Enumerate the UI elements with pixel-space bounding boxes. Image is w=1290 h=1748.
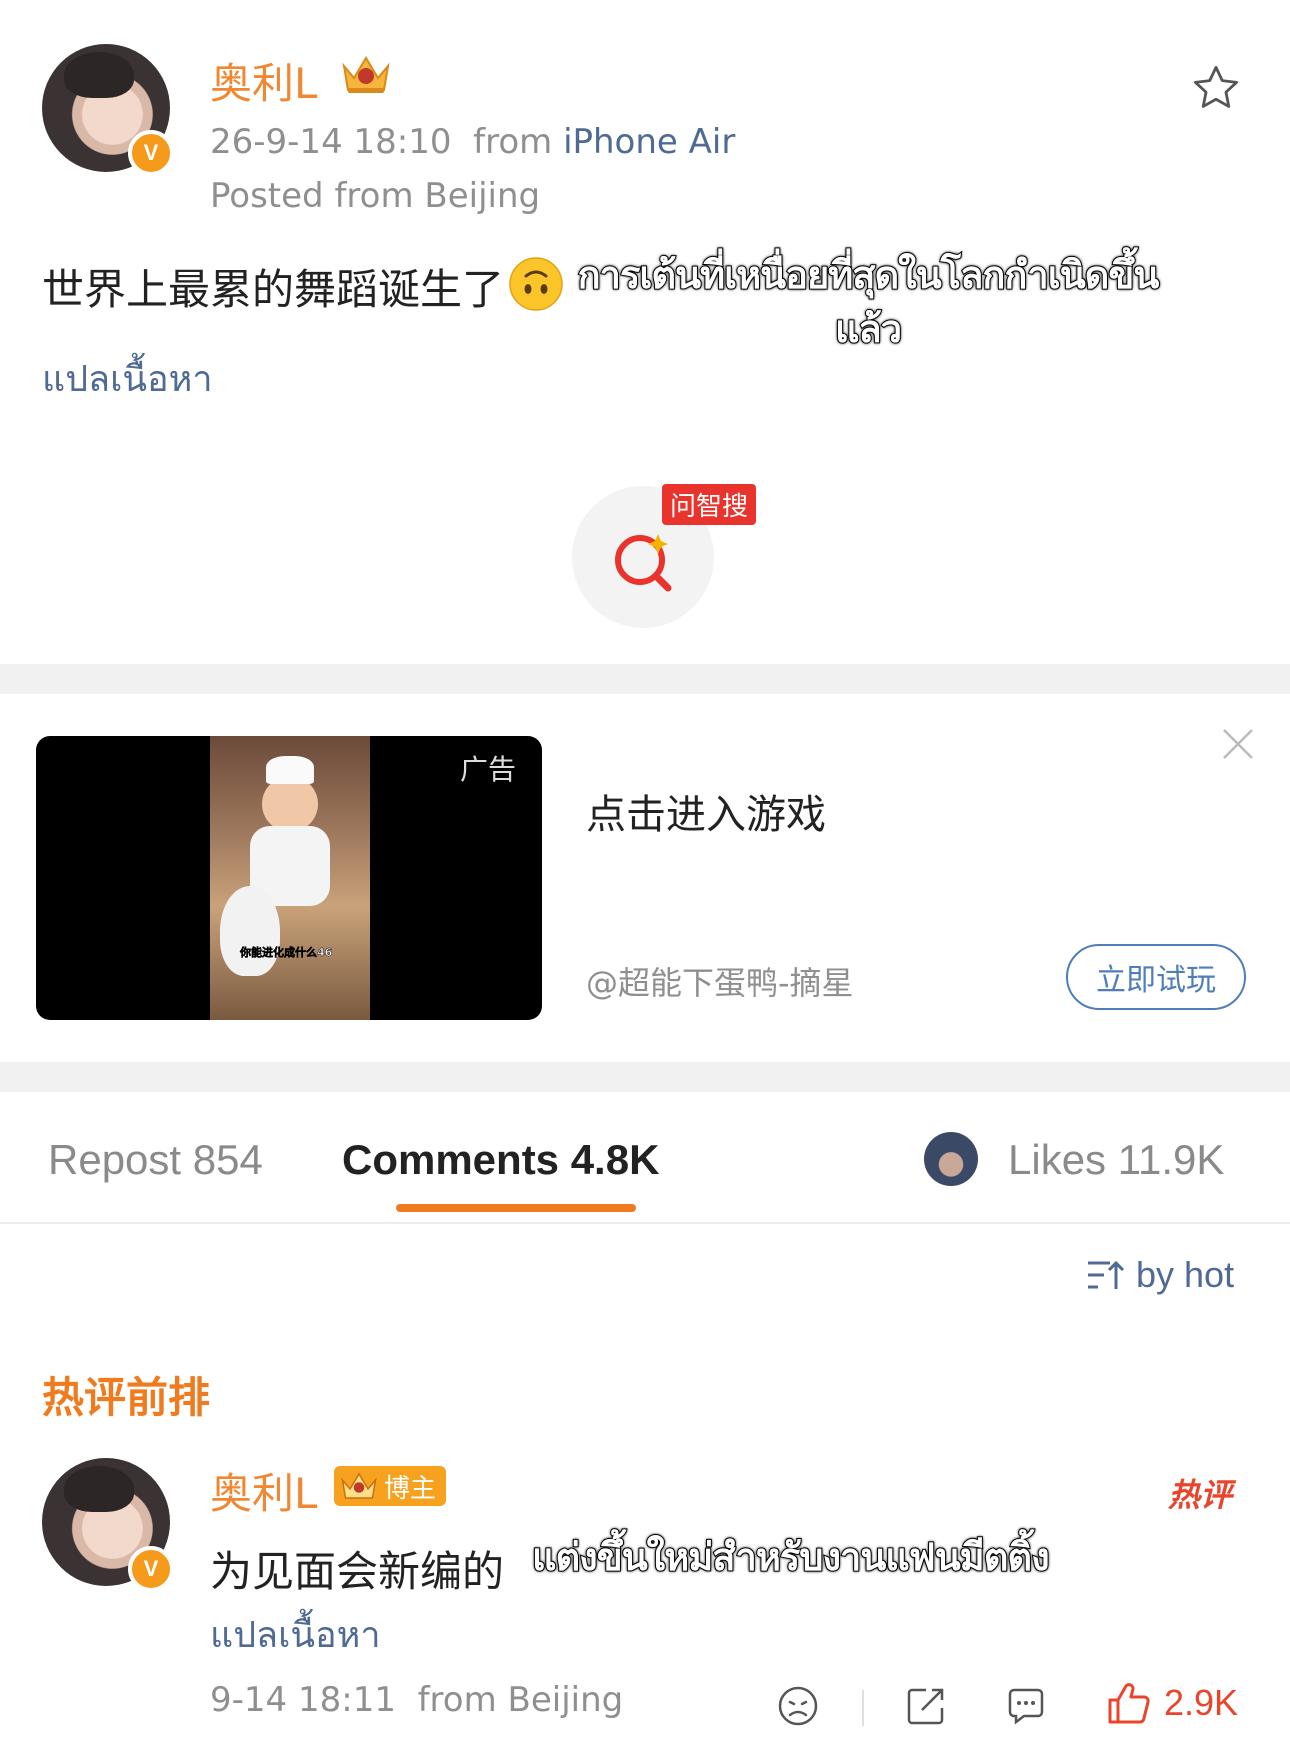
translate-link[interactable]: แปลเนื้อหา [42, 350, 213, 407]
post-device[interactable]: iPhone Air [563, 122, 735, 162]
action-divider [862, 1690, 864, 1726]
crown-icon [341, 1472, 377, 1499]
ad-title[interactable]: 点击进入游戏 [586, 782, 826, 840]
crown-icon [338, 52, 394, 100]
smart-search-badge: 问智搜 [662, 484, 757, 525]
hot-comment-tag: 热评 [1168, 1476, 1233, 1514]
post-time: 26-9-14 18:10 from iPhone Air [210, 122, 736, 162]
comment-meta: 9-14 18:11 from Beijing [210, 1680, 624, 1720]
verified-badge-icon: V [128, 1546, 174, 1592]
star-icon[interactable] [1190, 62, 1242, 118]
reply-icon[interactable] [1004, 1684, 1048, 1732]
verified-badge-icon: V [128, 130, 174, 176]
comment-translate-link[interactable]: แปลเนื้อหา [210, 1606, 381, 1663]
comment-caption-overlay: แต่งขึ้นใหม่สำหรับงานแฟนมีตติ้ง [531, 1534, 1051, 1580]
ad-cta-button[interactable]: 立即试玩 [1066, 944, 1246, 1010]
active-tab-indicator [396, 1204, 636, 1212]
ad-video-frame: 你能进化成什么46 [210, 736, 370, 1020]
comment-text: 为见面会新编的 [210, 1547, 505, 1596]
share-icon[interactable] [904, 1684, 948, 1732]
sort-label: by hot [1136, 1254, 1235, 1295]
upside-down-face-icon [508, 256, 564, 316]
blogger-badge: 博主 [334, 1466, 447, 1506]
like-button[interactable]: 2.9K [1106, 1680, 1238, 1726]
hot-comments-heading: 热评前排 [42, 1373, 211, 1422]
post-caption-overlay: การเต้นที่เหนื่อยที่สุดในโลกกำเนิดขึ้นแล… [577, 252, 1161, 352]
blogger-badge-label: 博主 [384, 1473, 437, 1504]
post-location: Posted from Beijing [210, 176, 541, 216]
sort-control[interactable]: by hot [1086, 1254, 1234, 1296]
section-divider [0, 664, 1290, 694]
dislike-icon[interactable] [776, 1684, 820, 1732]
ad-tag: 广告 [460, 753, 517, 786]
liker-avatar[interactable] [924, 1132, 978, 1186]
post-text: 世界上最累的舞蹈诞生了 [42, 265, 505, 314]
tabs-divider [0, 1222, 1290, 1224]
like-count: 2.9K [1164, 1682, 1239, 1723]
thumbs-up-icon [1108, 1683, 1150, 1724]
tab-repost[interactable]: Repost 854 [48, 1136, 263, 1184]
ad-close-icon[interactable] [1220, 726, 1256, 766]
tab-comments[interactable]: Comments 4.8K [342, 1136, 659, 1184]
ad-thumb-caption: 你能进化成什么46 [240, 946, 333, 960]
ad-source[interactable]: @超能下蛋鸭-摘星 [586, 958, 854, 1004]
commenter-name[interactable]: 奥利L [210, 1460, 317, 1521]
section-divider [0, 1062, 1290, 1092]
ad-thumbnail[interactable]: 你能进化成什么46 广告 [36, 736, 542, 1020]
author-name[interactable]: 奥利L [210, 50, 317, 111]
sort-icon [1088, 1260, 1125, 1289]
tab-likes[interactable]: Likes 11.9K [1008, 1136, 1224, 1184]
